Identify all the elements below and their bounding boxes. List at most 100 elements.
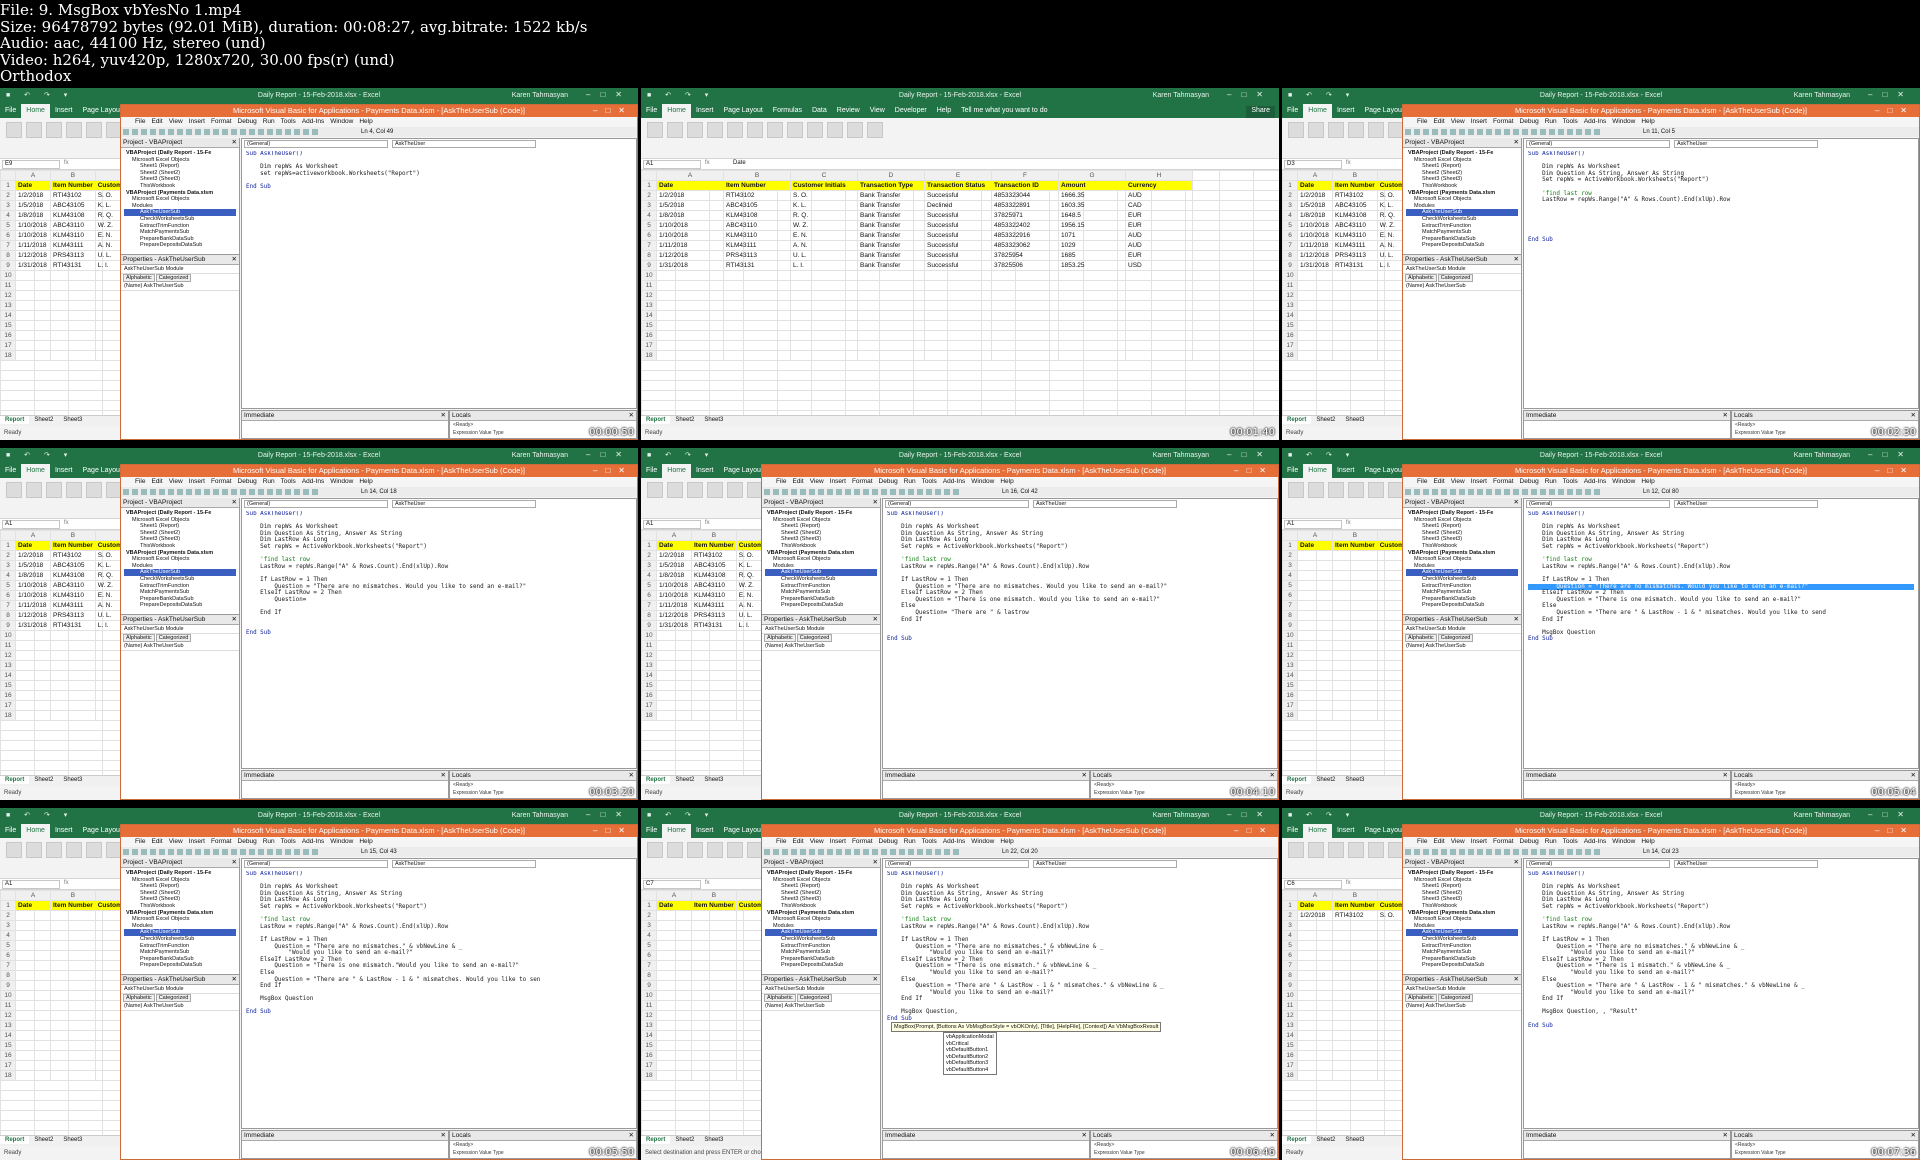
cell[interactable]: ABC43105 xyxy=(723,200,791,211)
row-header[interactable]: 7 xyxy=(1282,960,1298,971)
cell[interactable]: Item Number xyxy=(691,900,737,911)
cell[interactable] xyxy=(1332,300,1378,311)
properties-object-select[interactable]: AskTheUserSub Module xyxy=(1403,265,1521,274)
code-line[interactable] xyxy=(246,551,632,558)
cell[interactable] xyxy=(1297,690,1333,701)
code-line[interactable] xyxy=(887,551,1273,558)
toolbar-button-icon[interactable] xyxy=(267,849,273,855)
cell[interactable]: Successful xyxy=(924,220,992,231)
code-line[interactable]: Question = "There are no mismatches." & … xyxy=(246,944,632,951)
cell[interactable] xyxy=(15,1030,51,1041)
ribbon-button-icon[interactable] xyxy=(1288,842,1304,858)
code-editor[interactable]: Sub AskTheUser() Dim repWs As Worksheet … xyxy=(246,871,632,1128)
sheet-tab[interactable]: Sheet2 xyxy=(1311,776,1340,784)
ribbon-tab[interactable]: Insert xyxy=(691,824,719,838)
menu-item[interactable]: Debug xyxy=(238,118,257,125)
menu-item[interactable]: Format xyxy=(1493,838,1514,845)
row-header[interactable]: 3 xyxy=(641,200,657,211)
toolbar-button-icon[interactable] xyxy=(1441,129,1447,135)
tree-node[interactable]: Sheet3 (Sheet3) xyxy=(1406,896,1518,903)
close-icon[interactable]: ✕ xyxy=(441,1131,446,1140)
code-line[interactable]: Question= xyxy=(246,597,632,604)
ribbon-tab[interactable]: File xyxy=(0,464,21,478)
corner-cell[interactable] xyxy=(641,170,657,181)
toolbar-button-icon[interactable] xyxy=(303,489,309,495)
row-header[interactable]: 12 xyxy=(0,290,16,301)
menu-item[interactable]: Help xyxy=(1000,478,1013,485)
tree-node[interactable]: MatchPaymentsSub xyxy=(765,589,877,596)
name-box[interactable]: A1 xyxy=(1284,520,1342,529)
tree-node[interactable]: Sheet2 (Sheet2) xyxy=(1406,170,1518,177)
code-line[interactable]: End If xyxy=(246,610,632,617)
toolbar-button-icon[interactable] xyxy=(1549,849,1555,855)
cell[interactable]: KLM43111 xyxy=(1332,240,1378,251)
code-line[interactable]: Dim repWs As Worksheet xyxy=(246,884,632,891)
code-line[interactable]: Dim repWs As Worksheet xyxy=(887,884,1273,891)
code-line[interactable]: "Would you like to send an e-mail?" xyxy=(246,950,632,957)
code-line[interactable]: Set repWs = ActiveWorkbook.Worksheets("R… xyxy=(1528,544,1914,551)
row-header[interactable]: 17 xyxy=(641,700,657,711)
toolbar-button-icon[interactable] xyxy=(1459,489,1465,495)
tree-node[interactable]: ExtractTrimFunction xyxy=(1406,943,1518,950)
cell[interactable] xyxy=(1058,330,1126,341)
code-line[interactable]: Dim LastRow As Long xyxy=(887,897,1273,904)
code-line[interactable]: set repWs=activeworkbook.Worksheets("Rep… xyxy=(246,171,632,178)
cell[interactable] xyxy=(1297,1040,1333,1051)
ribbon-tab[interactable]: Insert xyxy=(1332,824,1360,838)
cell[interactable] xyxy=(15,630,51,641)
tree-node[interactable]: ThisWorkbook xyxy=(765,903,877,910)
close-icon[interactable]: ✕ xyxy=(1723,411,1728,420)
cell[interactable]: Bank Transfer xyxy=(857,240,925,251)
cell[interactable] xyxy=(1125,290,1193,301)
toolbar-button-icon[interactable] xyxy=(294,489,300,495)
cell[interactable] xyxy=(15,660,51,671)
object-combo[interactable]: (General) xyxy=(244,140,388,148)
ribbon-button-icon[interactable] xyxy=(727,482,743,498)
cell[interactable] xyxy=(50,650,96,661)
code-line[interactable]: Dim repWs As Worksheet xyxy=(246,524,632,531)
toolbar-button-icon[interactable] xyxy=(1432,129,1438,135)
cell[interactable] xyxy=(1297,970,1333,981)
menu-item[interactable]: Debug xyxy=(1520,118,1539,125)
row-header[interactable]: 16 xyxy=(1282,1050,1298,1061)
cell[interactable] xyxy=(1332,1050,1378,1061)
cell[interactable] xyxy=(50,340,96,351)
row-header[interactable]: 4 xyxy=(1282,930,1298,941)
window-controls[interactable]: –□✕ xyxy=(1227,90,1273,99)
column-header[interactable]: B xyxy=(1332,170,1378,181)
toolbar-button-icon[interactable] xyxy=(1495,849,1501,855)
cell[interactable] xyxy=(50,970,96,981)
object-combo[interactable]: (General) xyxy=(244,500,388,508)
ribbon-button-icon[interactable] xyxy=(1328,122,1344,138)
row-header[interactable]: 15 xyxy=(0,680,16,691)
code-line[interactable]: Dim LastRow As Long xyxy=(1528,897,1914,904)
row-header[interactable]: 5 xyxy=(1282,580,1298,591)
cell[interactable]: 37825506 xyxy=(991,260,1059,271)
menu-item[interactable]: Format xyxy=(211,118,232,125)
cell[interactable] xyxy=(656,920,692,931)
row-header[interactable]: 8 xyxy=(1282,250,1298,261)
menu-item[interactable]: Insert xyxy=(1471,478,1487,485)
ribbon-button-icon[interactable] xyxy=(647,842,663,858)
cell[interactable]: 1/10/2018 xyxy=(15,230,51,241)
cell[interactable] xyxy=(723,340,791,351)
cell[interactable] xyxy=(1332,320,1378,331)
properties-tab[interactable]: Categorized xyxy=(1437,274,1474,282)
toolbar-button-icon[interactable] xyxy=(944,489,950,495)
ribbon-tab[interactable]: Home xyxy=(21,824,50,838)
cell[interactable] xyxy=(15,710,51,721)
cell[interactable] xyxy=(50,910,96,921)
cell[interactable] xyxy=(1332,280,1378,291)
property-name-row[interactable]: (Name) AskTheUserSub xyxy=(762,1002,880,1011)
toolbar-button-icon[interactable] xyxy=(944,849,950,855)
code-line[interactable]: Sub AskTheUser() xyxy=(1528,871,1914,878)
close-icon[interactable]: ✕ xyxy=(1514,858,1519,867)
code-line[interactable] xyxy=(246,911,632,918)
code-line[interactable]: LastRow = repWs.Range("A" & Rows.Count).… xyxy=(1528,197,1914,204)
cell[interactable] xyxy=(691,940,737,951)
tree-node[interactable]: ExtractTrimFunction xyxy=(124,583,236,590)
cell[interactable] xyxy=(1297,630,1333,641)
code-line[interactable]: Question = "There is one mismatch. Would… xyxy=(1528,597,1914,604)
cell[interactable]: 1/2/2018 xyxy=(15,550,51,561)
cell[interactable] xyxy=(723,310,791,321)
